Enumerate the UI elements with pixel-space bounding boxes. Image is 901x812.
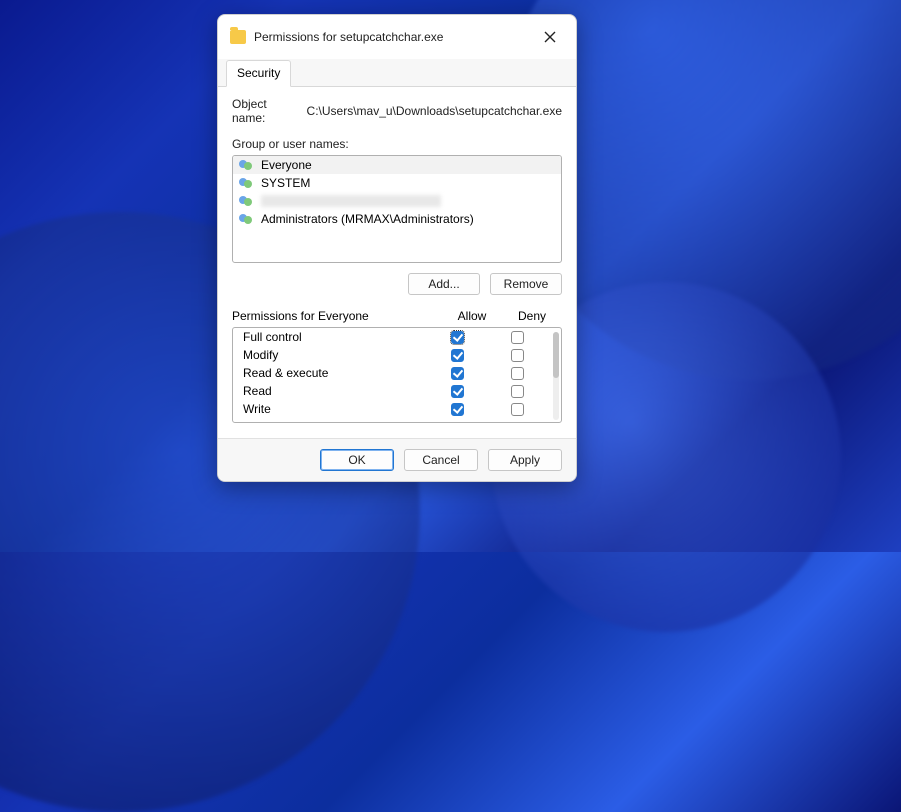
allow-checkbox[interactable] [451, 403, 464, 416]
permission-row: Modify [233, 346, 561, 364]
close-button[interactable] [532, 23, 568, 51]
remove-button[interactable]: Remove [490, 273, 562, 295]
permissions-dialog: Permissions for setupcatchchar.exe Secur… [217, 14, 577, 482]
users-icon [239, 212, 255, 226]
permission-row: Read [233, 382, 561, 400]
deny-checkbox[interactable] [511, 403, 524, 416]
list-item-label: Administrators (MRMAX\Administrators) [261, 212, 474, 226]
permission-name: Write [243, 402, 427, 416]
tab-security[interactable]: Security [226, 60, 291, 87]
deny-checkbox[interactable] [511, 385, 524, 398]
allow-checkbox[interactable] [451, 367, 464, 380]
list-item[interactable]: SYSTEM [233, 174, 561, 192]
permission-name: Full control [243, 330, 427, 344]
redacted-user-name [261, 195, 441, 207]
dialog-footer: OK Cancel Apply [218, 438, 576, 481]
apply-button[interactable]: Apply [488, 449, 562, 471]
permission-row: Read & execute [233, 364, 561, 382]
users-icon [239, 158, 255, 172]
allow-checkbox[interactable] [451, 331, 464, 344]
group-list-label: Group or user names: [232, 137, 562, 151]
allow-checkbox[interactable] [451, 385, 464, 398]
list-item[interactable]: Everyone [233, 156, 561, 174]
list-item-label: Everyone [261, 158, 312, 172]
window-title: Permissions for setupcatchchar.exe [254, 30, 443, 44]
group-user-listbox[interactable]: Everyone SYSTEM Administrators (MRMAX\Admi… [232, 155, 562, 263]
folder-icon [230, 30, 246, 44]
permission-name: Modify [243, 348, 427, 362]
object-name-label: Object name: [232, 97, 293, 125]
permission-name: Read [243, 384, 427, 398]
scrollbar-thumb[interactable] [553, 332, 559, 378]
permission-name: Read & execute [243, 366, 427, 380]
permissions-listbox: Full control Modify Read & execute Read Writ… [232, 327, 562, 423]
list-item-label: SYSTEM [261, 176, 310, 190]
list-item[interactable] [233, 192, 561, 210]
titlebar: Permissions for setupcatchchar.exe [218, 15, 576, 59]
list-item[interactable]: Administrators (MRMAX\Administrators) [233, 210, 561, 228]
permissions-header: Permissions for Everyone Allow Deny [232, 309, 562, 323]
close-icon [544, 31, 556, 43]
object-name-value: C:\Users\mav_u\Downloads\setupcatchchar.… [307, 104, 562, 118]
tabstrip: Security [218, 59, 576, 87]
object-name-row: Object name: C:\Users\mav_u\Downloads\se… [232, 97, 562, 125]
users-icon [239, 176, 255, 190]
tab-content: Object name: C:\Users\mav_u\Downloads\se… [218, 87, 576, 438]
deny-column-header: Deny [502, 309, 562, 323]
deny-checkbox[interactable] [511, 349, 524, 362]
permission-row: Write [233, 400, 561, 418]
deny-checkbox[interactable] [511, 331, 524, 344]
ok-button[interactable]: OK [320, 449, 394, 471]
permissions-title: Permissions for Everyone [232, 309, 442, 323]
users-icon [239, 194, 255, 208]
scrollbar[interactable] [553, 332, 559, 420]
permission-row: Full control [233, 328, 561, 346]
allow-checkbox[interactable] [451, 349, 464, 362]
cancel-button[interactable]: Cancel [404, 449, 478, 471]
deny-checkbox[interactable] [511, 367, 524, 380]
group-buttons-row: Add... Remove [232, 273, 562, 295]
add-button[interactable]: Add... [408, 273, 480, 295]
allow-column-header: Allow [442, 309, 502, 323]
